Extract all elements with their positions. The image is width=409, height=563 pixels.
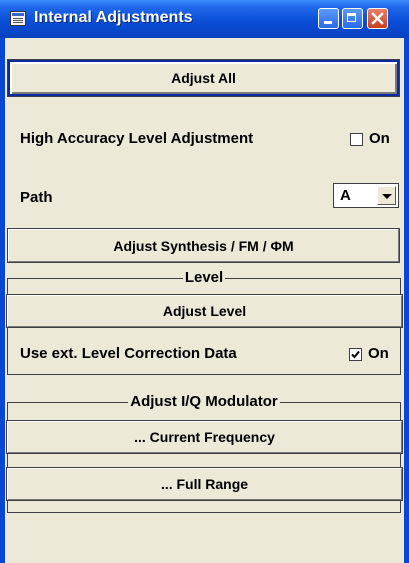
- level-group: Level Adjust Level Use ext. Level Correc…: [6, 269, 403, 375]
- ext-level-correction-checkbox[interactable]: [349, 348, 362, 361]
- path-select[interactable]: A: [333, 183, 399, 208]
- path-label: Path: [20, 189, 53, 206]
- internal-adjustments-window: Internal Adjustments Adjust All High Acc…: [0, 0, 409, 563]
- ext-level-correction-on-label: On: [368, 345, 389, 362]
- window-app-icon[interactable]: [10, 11, 26, 26]
- high-accuracy-on-label: On: [369, 130, 390, 147]
- current-frequency-button[interactable]: ... Current Frequency: [6, 420, 403, 454]
- level-group-title: Level: [182, 269, 226, 286]
- window-title: Internal Adjustments: [34, 9, 193, 26]
- adjust-all-button[interactable]: Adjust All: [7, 59, 400, 97]
- checkmark-icon: [351, 350, 360, 359]
- path-select-value: A: [340, 187, 351, 204]
- maximize-button[interactable]: [342, 8, 363, 29]
- close-button[interactable]: [367, 8, 388, 29]
- high-accuracy-label: High Accuracy Level Adjustment: [20, 130, 254, 147]
- minimize-button[interactable]: [318, 8, 339, 29]
- full-range-button[interactable]: ... Full Range: [6, 467, 403, 501]
- high-accuracy-checkbox[interactable]: [350, 133, 363, 146]
- close-icon: [371, 12, 384, 25]
- ext-level-correction-label: Use ext. Level Correction Data: [20, 345, 237, 362]
- chevron-down-icon[interactable]: [377, 186, 396, 205]
- dialog-body: Adjust All High Accuracy Level Adjustmen…: [5, 38, 404, 563]
- adjust-synthesis-button[interactable]: Adjust Synthesis / FM / ΦM: [7, 228, 400, 263]
- title-bar[interactable]: Internal Adjustments: [0, 0, 409, 38]
- iq-modulator-group: Adjust I/Q Modulator ... Current Frequen…: [6, 393, 403, 513]
- adjust-level-button[interactable]: Adjust Level: [6, 294, 403, 328]
- iq-modulator-group-title: Adjust I/Q Modulator: [128, 393, 280, 410]
